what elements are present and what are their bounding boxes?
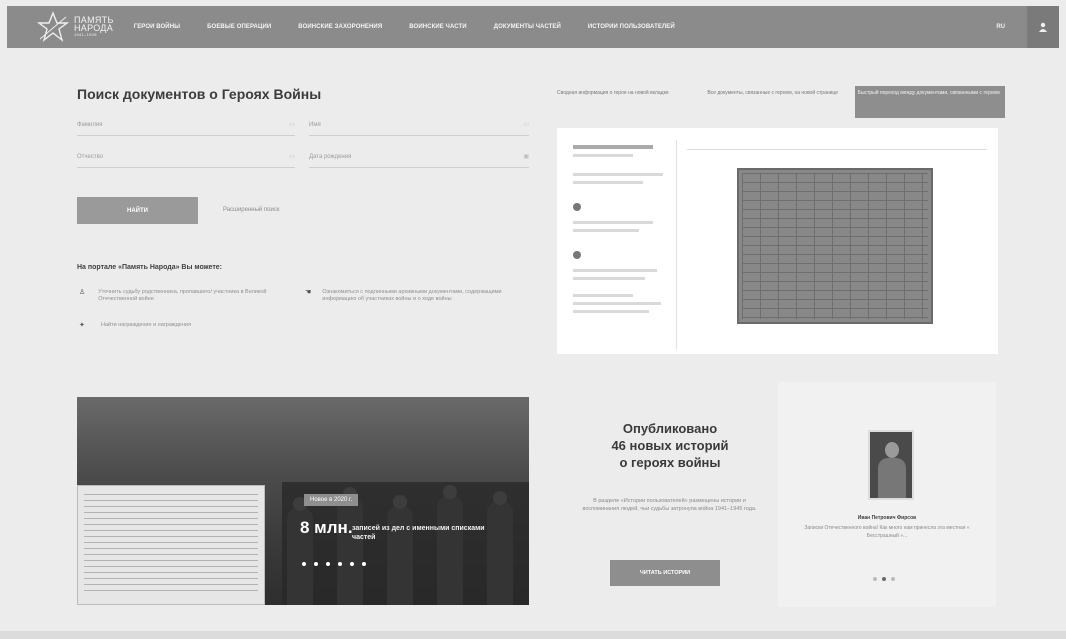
photo-figure-head <box>885 442 899 458</box>
preview-line <box>573 310 649 313</box>
carousel-dot[interactable] <box>302 562 306 566</box>
footer-edge <box>0 631 1066 639</box>
document-table-grid <box>742 173 928 319</box>
preview-dot <box>573 203 581 211</box>
preview-line <box>573 294 633 297</box>
people-icon: ♙ <box>79 289 86 296</box>
nav-item-units[interactable]: Воинские части <box>409 24 466 30</box>
preview-line <box>573 181 643 184</box>
records-count: 8 млн. <box>300 518 353 537</box>
carousel-dot-active[interactable] <box>882 577 886 581</box>
tab-hero-documents[interactable]: Все документы, связанные с героем, на но… <box>704 86 854 118</box>
carousel-dot[interactable] <box>326 562 330 566</box>
nav-item-operations[interactable]: Боевые операции <box>207 24 271 30</box>
hand-icon: ☚ <box>305 289 312 296</box>
tab-quick-navigation[interactable]: Быстрый переход между документами, связа… <box>854 86 1005 118</box>
feature-item: ♙ Уточнить судьбу родственника, пропавше… <box>79 289 279 303</box>
logo-line-2: Народа <box>74 23 114 33</box>
story-carousel-dots <box>873 577 900 581</box>
preview-line <box>573 154 633 157</box>
main-nav: Герои войны Боевые операции Воинские зах… <box>134 24 702 30</box>
first-name-placeholder: Имя <box>309 121 321 128</box>
find-button[interactable]: Найти <box>77 197 198 224</box>
carousel-dot[interactable] <box>362 562 366 566</box>
stories-description: В разделе «Истории пользователей» размещ… <box>582 498 757 512</box>
story-excerpt: Записки Отечественного война! Как много … <box>804 525 970 539</box>
preview-line <box>573 269 657 272</box>
advanced-search-link[interactable]: Расширенный поиск <box>223 207 280 213</box>
feature-text: Найти награждение и награждения <box>101 322 191 328</box>
preview-line <box>573 221 653 224</box>
feature-text: Ознакомиться с подлинными архивными доку… <box>322 289 502 302</box>
account-button[interactable] <box>1027 6 1059 48</box>
new-badge: Новое в 2020 г. <box>304 494 359 506</box>
feature-item: ☚ Ознакомиться с подлинными архивными до… <box>305 289 530 303</box>
read-stories-button[interactable]: Читать истории <box>610 560 720 586</box>
story-card[interactable]: Иван Петрович Фирсов Записки Отечественн… <box>778 382 996 607</box>
archive-list-paper <box>77 485 265 605</box>
nav-item-user-stories[interactable]: Истории пользователей <box>588 24 675 30</box>
preview-tabs: Сводная информация о герое на новой вкла… <box>554 86 1005 118</box>
top-navigation-bar: Память Народа 1941–1945 Герои войны Боев… <box>7 6 1059 48</box>
preview-row <box>573 198 670 216</box>
preview-line <box>573 173 663 176</box>
language-switch[interactable]: RU <box>996 24 1005 30</box>
paper-lines <box>84 494 258 596</box>
archive-document-image <box>737 168 933 324</box>
preview-line <box>573 229 639 232</box>
first-name-field[interactable]: Имя ▭ <box>309 114 529 136</box>
carousel-dot[interactable] <box>873 577 877 581</box>
feature-text: Уточнить судьбу родственника, пропавшего… <box>98 289 267 302</box>
banner-carousel-dots <box>302 562 374 566</box>
hero-name: Иван Петрович Фирсов <box>857 515 917 521</box>
carousel-dot[interactable] <box>314 562 318 566</box>
records-caption: записей из дел с именными списками часте… <box>352 525 485 541</box>
nav-item-burials[interactable]: Воинские захоронения <box>298 24 382 30</box>
calendar-icon: ▣ <box>523 154 529 160</box>
stories-title-line: Опубликовано <box>622 421 718 436</box>
keyboard-icon: ▭ <box>289 154 295 160</box>
preview-row <box>573 246 670 264</box>
keyboard-icon: ▭ <box>289 122 295 128</box>
user-icon <box>1039 22 1047 32</box>
stories-title-line: 46 новых историй <box>611 438 729 453</box>
patronymic-placeholder: Отчество <box>77 153 104 160</box>
last-name-field[interactable]: Фамилия ▭ <box>77 114 295 136</box>
patronymic-field[interactable]: Отчество ▭ <box>77 146 295 168</box>
medal-icon: ✦ <box>79 322 85 329</box>
carousel-dot[interactable] <box>891 577 895 581</box>
keyboard-icon: ▭ <box>523 122 529 128</box>
nav-item-unit-documents[interactable]: Документы частей <box>494 24 561 30</box>
preview-line <box>573 277 645 280</box>
tab-hero-summary[interactable]: Сводная информация о герое на новой вкла… <box>554 86 704 118</box>
preview-toolbar <box>687 142 987 150</box>
birth-date-field[interactable]: Дата рождения ▣ <box>309 146 529 168</box>
search-title: Поиск документов о Героях Войны <box>77 86 322 102</box>
feature-item: ✦ Найти награждение и награждения <box>79 322 279 329</box>
banner-overlay: Новое в 2020 г. 8 млн. записей из дел с … <box>282 482 529 605</box>
last-name-placeholder: Фамилия <box>77 121 103 128</box>
promo-banner[interactable]: Новое в 2020 г. 8 млн. записей из дел с … <box>77 397 529 605</box>
preview-line <box>573 302 661 305</box>
preview-line <box>573 145 653 149</box>
stories-title-line: о героях войны <box>619 455 721 470</box>
star-icon <box>37 11 69 42</box>
birth-date-placeholder: Дата рождения <box>309 153 352 160</box>
preview-sidebar <box>567 140 677 350</box>
feature-preview-image <box>557 128 998 354</box>
site-logo[interactable]: Память Народа 1941–1945 <box>37 6 114 48</box>
carousel-dot[interactable] <box>350 562 354 566</box>
logo-text: Память Народа 1941–1945 <box>74 16 114 38</box>
photo-figure-body <box>878 458 906 498</box>
nav-item-heroes[interactable]: Герои войны <box>134 24 180 30</box>
stories-title: Опубликовано 46 новых историй о героях в… <box>570 420 770 471</box>
header-right: RU <box>996 6 1059 48</box>
hero-photo <box>868 430 914 500</box>
carousel-dot[interactable] <box>338 562 342 566</box>
portal-features-title: На портале «Память Народа» Вы можете: <box>77 264 223 271</box>
preview-dot <box>573 251 581 259</box>
